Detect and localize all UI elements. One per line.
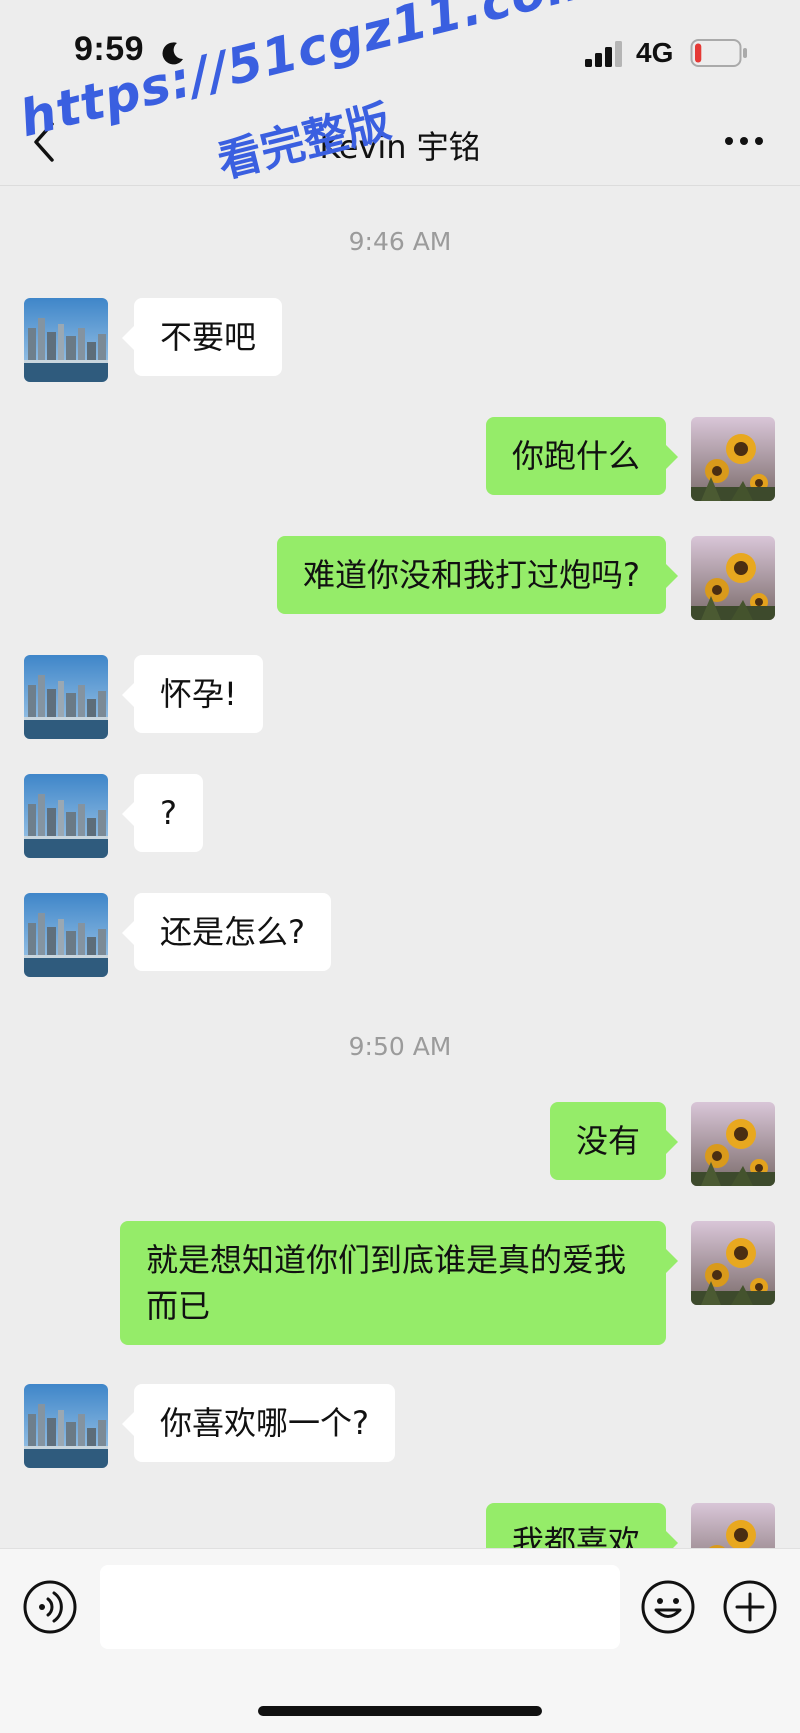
more-icon[interactable] <box>724 134 764 148</box>
status-bar: 9:59 4G <box>0 0 800 100</box>
incoming-message-bubble[interactable]: ? <box>122 774 203 852</box>
emoji-icon[interactable] <box>640 1579 696 1635</box>
battery-icon <box>690 39 747 67</box>
outgoing-message-bubble[interactable]: 你跑什么 <box>485 417 679 495</box>
message-input[interactable] <box>100 1565 620 1649</box>
self-avatar[interactable] <box>691 1221 775 1305</box>
moon-icon <box>162 42 183 65</box>
message-timestamp: 9:50 AM <box>348 1032 452 1061</box>
network-label: 4G <box>636 37 674 68</box>
self-avatar[interactable] <box>691 536 775 620</box>
chat-title[interactable]: Kevin 宇铭 <box>0 122 800 168</box>
chat-header: Kevin 宇铭 <box>0 100 800 186</box>
incoming-message-bubble[interactable]: 怀孕! <box>122 655 263 733</box>
input-bar <box>0 1548 800 1733</box>
contact-avatar[interactable] <box>24 774 108 858</box>
home-indicator[interactable] <box>258 1706 542 1716</box>
self-avatar[interactable] <box>691 1503 775 1548</box>
contact-avatar[interactable] <box>24 1384 108 1468</box>
outgoing-message-bubble[interactable]: 就是想知道你们到底谁是真的爱我而已 <box>120 1221 678 1345</box>
contact-avatar[interactable] <box>24 655 108 739</box>
incoming-message-bubble[interactable]: 还是怎么? <box>122 893 331 971</box>
contact-avatar[interactable] <box>24 893 108 977</box>
incoming-message-bubble[interactable]: 不要吧 <box>121 298 283 376</box>
self-avatar[interactable] <box>691 417 775 501</box>
plus-icon[interactable] <box>722 1579 778 1635</box>
signal-icon <box>585 41 622 67</box>
outgoing-message-bubble[interactable]: 我都喜欢 <box>485 1503 679 1548</box>
voice-icon[interactable] <box>22 1579 78 1635</box>
status-time: 9:59 <box>74 30 145 68</box>
outgoing-message-bubble[interactable]: 没有 <box>549 1102 679 1180</box>
self-avatar[interactable] <box>691 1102 775 1186</box>
incoming-message-bubble[interactable]: 你喜欢哪一个? <box>122 1384 395 1462</box>
message-timestamp: 9:46 AM <box>348 227 452 256</box>
message-list[interactable]: 9:46 AM 不要吧 你跑什么 难道你没和我打过炮吗? 怀孕! ? 还是怎么?… <box>0 187 800 1548</box>
outgoing-message-bubble[interactable]: 难道你没和我打过炮吗? <box>277 536 678 614</box>
contact-avatar[interactable] <box>24 298 108 382</box>
